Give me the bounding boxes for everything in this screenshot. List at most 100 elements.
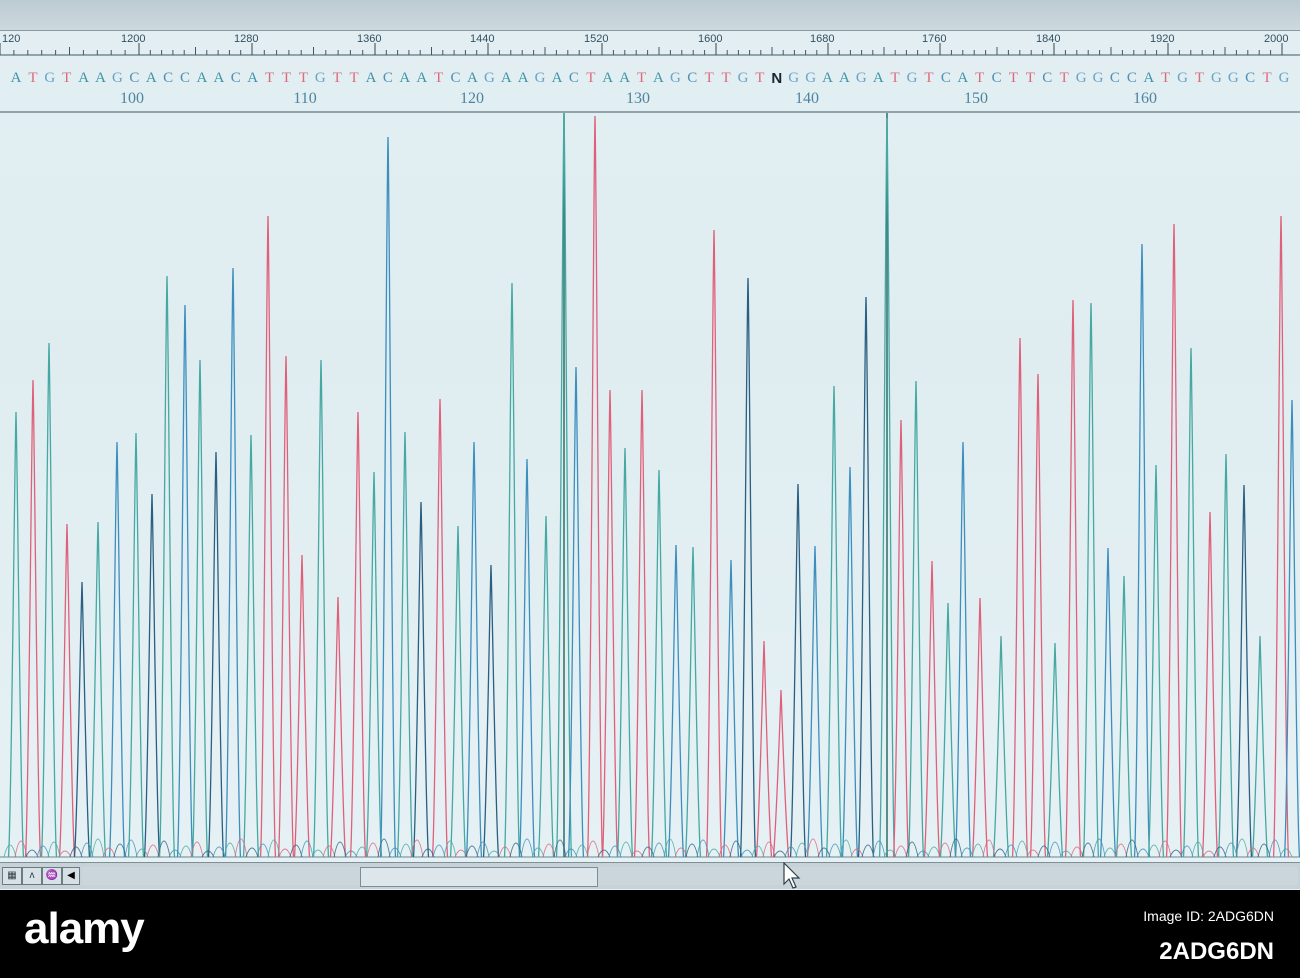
trace-peak-T [1029,373,1047,858]
trace-peak-T [349,411,367,858]
base-call: C [991,70,1002,86]
view-grid-icon[interactable]: ▦ [2,867,22,885]
trace-noise-bump [1279,848,1293,858]
base-call: C [450,70,461,86]
trace-peak-A [1182,347,1200,858]
trace-noise-bump [575,844,589,858]
trace-peak-A [40,342,58,858]
trace-noise-bump [608,845,622,858]
trace-noise-bump [1169,849,1183,858]
base-call: T [1059,70,1069,86]
ruler-tick-label: 1840 [1036,33,1060,45]
base-call: G [1278,70,1290,86]
trace-peak-C [954,441,972,858]
trace-peak-T [633,389,651,858]
base-call: C [129,70,140,86]
base-call: G [1092,70,1104,86]
trace-peak-A [127,432,145,858]
trace-noise-bump [751,845,765,858]
trace-noise-bump [399,843,413,858]
trace-noise-bump [960,847,974,858]
trace-noise-bump [619,841,633,858]
ruler-tick-label: 1600 [698,33,722,45]
trace-peak-T [277,355,295,858]
trace-peak-T [329,596,347,858]
base-call: T [28,70,38,86]
trace-noise-bump [465,845,479,858]
base-call: C [1109,70,1120,86]
scrollbar-track[interactable] [82,867,1298,885]
trace-peak-T [1064,299,1082,858]
base-call: A [619,70,631,86]
base-call: G [669,70,681,86]
trace-noise-bump [432,844,446,858]
trace-noise-bump [993,848,1007,858]
trace-peak-T [971,597,989,858]
base-call: T [975,70,985,86]
trace-peak-A [1147,464,1165,858]
trace-peak-A [158,275,176,858]
base-call: G [1177,70,1188,86]
ruler-tick-label: 1360 [357,33,381,45]
base-call: C [382,70,393,86]
trace-peak-T [705,229,723,858]
base-call: C [163,70,174,86]
base-call: G [788,70,800,86]
base-call: A [10,70,22,86]
view-wave-icon[interactable]: ♒ [42,867,62,885]
trace-peak-G [789,483,807,858]
base-call: A [95,70,106,86]
trace-peak-A [7,411,25,858]
ruler-tick-label: 120 [2,33,20,45]
trace-peak-C [1283,399,1300,858]
trace-peak-A [191,359,209,858]
trace-peak-T [293,554,311,858]
base-call: A [196,70,208,86]
scrollbar-thumb[interactable] [360,867,598,887]
base-call: A [653,70,664,86]
trace-noise-bump [795,842,809,858]
trace-noise-bump [1125,839,1139,858]
base-call: T [721,70,731,86]
trace-peak-C [1099,547,1117,858]
trace-peak-A [449,525,467,858]
trace-noise-bump [1103,847,1117,858]
base-call: N [771,70,783,87]
trace-noise-bump [289,844,303,858]
base-call: C [180,70,191,86]
view-peaks-icon[interactable]: ʌ [22,867,42,885]
base-call: A [517,70,529,86]
base-call: A [602,70,614,86]
base-call: A [500,70,512,86]
base-call: T [1194,70,1205,86]
trace-noise-bump [25,849,39,858]
trace-noise-bump [894,845,908,858]
horizontal-scrollbar[interactable]: ▦ ʌ ♒ ◀ [0,862,1300,889]
trace-peak-C [176,304,194,858]
trace-peak-T [892,419,910,858]
scroll-left-arrow-icon[interactable]: ◀ [62,867,80,885]
base-call: T [62,70,72,86]
ruler-tick-label: 1440 [470,33,494,45]
trace-noise-bump [47,841,61,858]
trace-noise-bump [443,840,457,858]
trace-noise-bump [476,841,490,858]
trace-noise-bump [366,842,380,858]
trace-noise-bump [1026,849,1040,858]
trace-noise-bump [179,845,193,858]
electropherogram-trace [0,113,1300,858]
trace-noise-bump [685,843,699,858]
base-call: A [1143,70,1155,86]
base-call: C [568,70,579,86]
base-position-label: 130 [626,90,650,107]
trace-peak-T [58,523,76,858]
trace-peak-A [1082,302,1100,858]
mouse-pointer-icon [783,862,801,889]
base-call: G [855,70,867,86]
trace-peak-C [567,366,585,858]
base-call: T [1161,70,1171,86]
trace-noise-bump [1092,838,1106,858]
trace-noise-bump [1180,845,1194,858]
base-call: A [416,70,428,86]
trace-noise-bump [1268,839,1282,858]
